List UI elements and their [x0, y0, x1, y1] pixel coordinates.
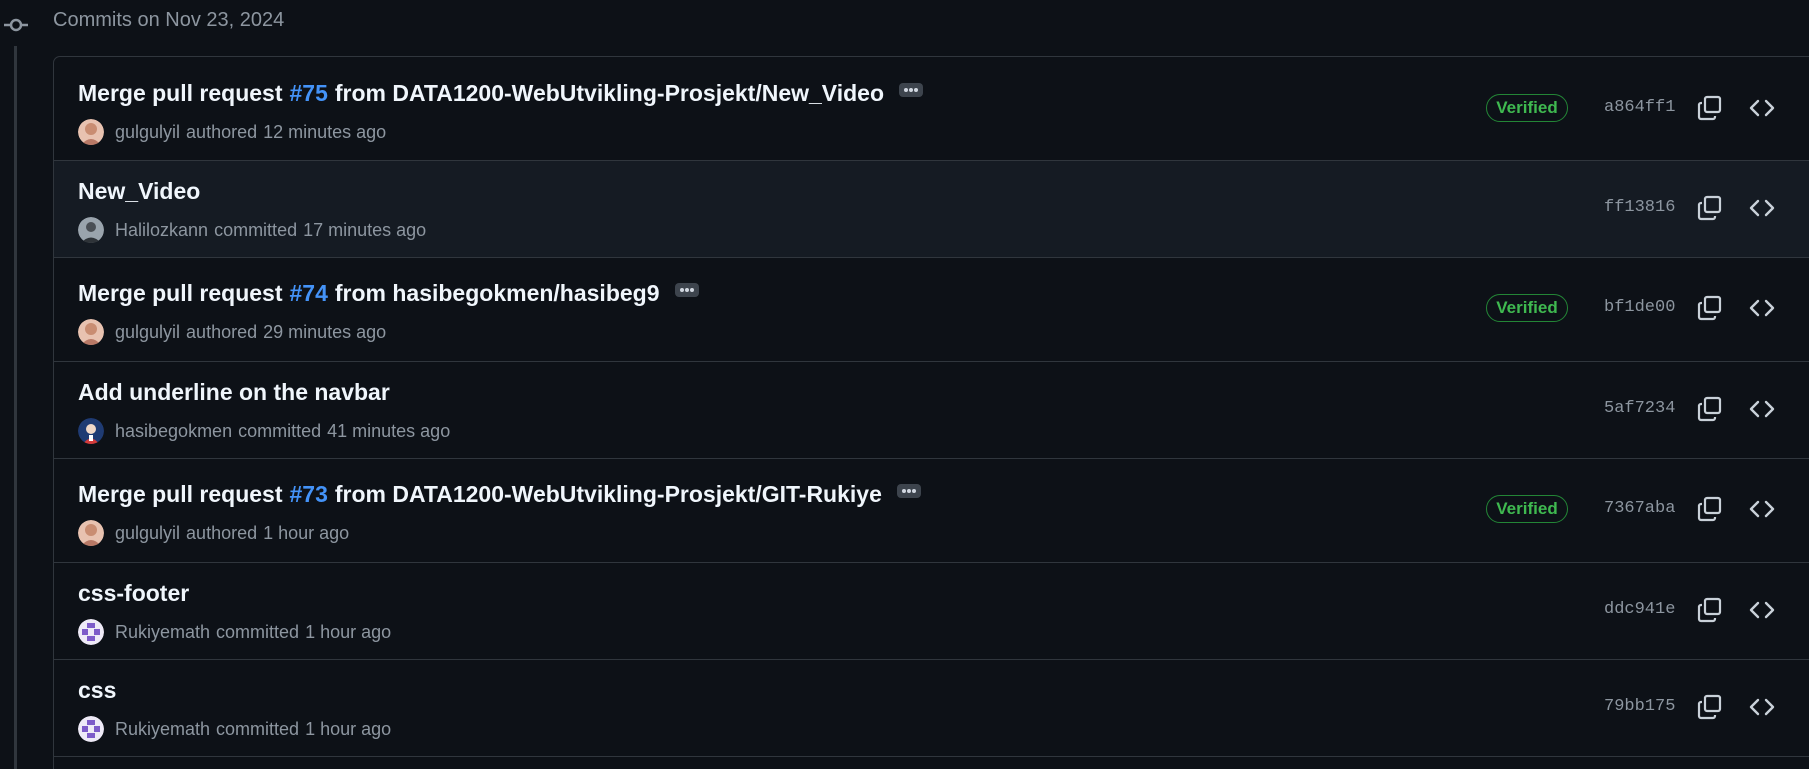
avatar[interactable]	[78, 217, 104, 243]
commit-sha[interactable]: ff13816	[1604, 198, 1675, 217]
commit-sha[interactable]: bf1de00	[1604, 298, 1675, 317]
avatar[interactable]	[78, 418, 104, 444]
commit-time: 29 minutes ago	[263, 321, 387, 342]
commit-title[interactable]: Merge pull request #75 from DATA1200-Web…	[78, 80, 924, 107]
commit-title[interactable]: New_Video	[78, 178, 200, 205]
code-icon[interactable]	[1749, 694, 1775, 720]
commit-group-header: Commits on Nov 23, 2024	[53, 9, 285, 31]
commit-time: 17 minutes ago	[303, 219, 427, 240]
commit-meta: Halilozkann committed 17 minutes ago	[78, 217, 426, 243]
commit-row: css-footer Rukiyemath committed 1 hour a…	[54, 563, 1809, 660]
verified-badge[interactable]: Verified	[1486, 495, 1568, 523]
commit-sha[interactable]: 79bb175	[1604, 697, 1675, 716]
commit-list: Merge pull request #75 from DATA1200-Web…	[53, 56, 1809, 769]
commit-meta: hasibegokmen committed 41 minutes ago	[78, 418, 450, 444]
avatar[interactable]	[78, 520, 104, 546]
copy-icon[interactable]	[1697, 597, 1723, 623]
commit-sha[interactable]: 5af7234	[1604, 399, 1675, 418]
avatar[interactable]	[78, 619, 104, 645]
copy-icon[interactable]	[1697, 295, 1723, 321]
commit-title[interactable]: Merge pull request #74 from hasibegokmen…	[78, 280, 699, 307]
commit-time: 41 minutes ago	[327, 420, 451, 441]
commit-title[interactable]: Add underline on the navbar	[78, 379, 390, 406]
commit-author[interactable]: Halilozkann	[115, 220, 208, 241]
commit-action: authored	[186, 121, 258, 142]
commit-title-text[interactable]: from DATA1200-WebUtvikling-Prosjekt/GIT-…	[335, 481, 882, 508]
commit-history-page: Commits on Nov 23, 2024 Merge pull reque…	[0, 0, 1809, 769]
commit-author[interactable]: gulgulyil	[115, 322, 180, 343]
commit-author[interactable]: Rukiyemath	[115, 719, 210, 740]
commit-row: Add underline on the navbar hasibegokmen…	[54, 362, 1809, 459]
copy-icon[interactable]	[1697, 95, 1723, 121]
pull-request-link[interactable]: #75	[289, 80, 327, 107]
copy-icon[interactable]	[1697, 694, 1723, 720]
code-icon[interactable]	[1749, 95, 1775, 121]
commit-title-text[interactable]: Merge pull request	[78, 80, 282, 107]
kebab-horizontal-icon[interactable]	[896, 483, 921, 498]
commit-action: authored	[186, 522, 258, 543]
code-icon[interactable]	[1749, 295, 1775, 321]
commit-sha[interactable]: ddc941e	[1604, 600, 1675, 619]
timeline-line	[14, 46, 17, 769]
avatar[interactable]	[78, 319, 104, 345]
verified-badge[interactable]: Verified	[1486, 294, 1568, 322]
commit-action: authored	[186, 321, 258, 342]
commit-time: 1 hour ago	[305, 718, 392, 739]
commit-action: committed	[216, 621, 300, 642]
code-icon[interactable]	[1749, 396, 1775, 422]
pull-request-link[interactable]: #74	[289, 280, 327, 307]
commit-sha[interactable]: 7367aba	[1604, 499, 1675, 518]
commit-meta: gulgulyil authored 12 minutes ago	[78, 119, 386, 145]
commit-action: committed	[216, 718, 300, 739]
commit-time: 1 hour ago	[305, 621, 392, 642]
commit-row: New_Video Halilozkann committed 17 minut…	[54, 161, 1809, 258]
commit-row: css Rukiyemath committed 1 hour ago 79bb…	[54, 660, 1809, 757]
commit-author[interactable]: hasibegokmen	[115, 421, 232, 442]
copy-icon[interactable]	[1697, 496, 1723, 522]
code-icon[interactable]	[1749, 496, 1775, 522]
pull-request-link[interactable]: #73	[289, 481, 327, 508]
commit-time: 1 hour ago	[263, 522, 350, 543]
commit-row: Merge pull request #73 from DATA1200-Web…	[54, 459, 1809, 563]
commit-title-text[interactable]: from DATA1200-WebUtvikling-Prosjekt/New_…	[335, 80, 884, 107]
commit-title[interactable]: css	[78, 677, 116, 704]
commit-author[interactable]: gulgulyil	[115, 523, 180, 544]
commit-title-text[interactable]: Merge pull request	[78, 280, 282, 307]
commit-meta: gulgulyil authored 29 minutes ago	[78, 319, 386, 345]
commit-title-text[interactable]: Merge pull request	[78, 481, 282, 508]
commit-meta: gulgulyil authored 1 hour ago	[78, 520, 349, 546]
verified-badge[interactable]: Verified	[1486, 94, 1568, 122]
avatar[interactable]	[78, 119, 104, 145]
commit-row: Merge pull request #75 from DATA1200-Web…	[54, 57, 1809, 161]
avatar[interactable]	[78, 716, 104, 742]
commit-row: Merge pull request #74 from hasibegokmen…	[54, 258, 1809, 362]
commit-title[interactable]: Merge pull request #73 from DATA1200-Web…	[78, 481, 921, 508]
commit-meta: Rukiyemath committed 1 hour ago	[78, 619, 391, 645]
git-commit-icon	[4, 18, 28, 32]
commit-title-text[interactable]: from hasibegokmen/hasibeg9	[335, 280, 660, 307]
code-icon[interactable]	[1749, 195, 1775, 221]
copy-icon[interactable]	[1697, 195, 1723, 221]
commit-action: committed	[214, 219, 298, 240]
code-icon[interactable]	[1749, 597, 1775, 623]
commit-title[interactable]: css-footer	[78, 580, 189, 607]
commit-meta: Rukiyemath committed 1 hour ago	[78, 716, 391, 742]
commit-sha[interactable]: a864ff1	[1604, 98, 1675, 117]
commit-time: 12 minutes ago	[263, 121, 387, 142]
commit-author[interactable]: Rukiyemath	[115, 622, 210, 643]
copy-icon[interactable]	[1697, 396, 1723, 422]
kebab-horizontal-icon[interactable]	[674, 282, 699, 297]
commit-action: committed	[238, 420, 322, 441]
kebab-horizontal-icon[interactable]	[899, 82, 924, 97]
commit-author[interactable]: gulgulyil	[115, 122, 180, 143]
